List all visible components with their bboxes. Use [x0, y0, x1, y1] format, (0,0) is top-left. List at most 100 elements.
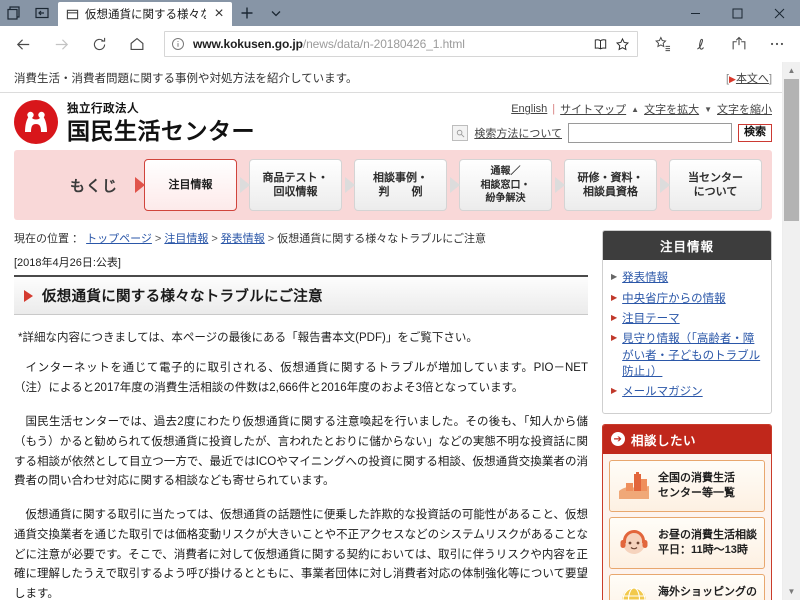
scrollbar-thumb[interactable] — [784, 79, 799, 221]
sidebar-consult-services: 全国の消費生活 センター等一覧 お昼の消費生活相談 平日：11時～13時 海外シ… — [603, 454, 771, 600]
site-utility-links: English | サイトマップ ▲ 文字を拡大 ▼ 文字を縮小 — [511, 101, 772, 117]
toolbar-right-actions — [644, 27, 796, 61]
more-settings-icon[interactable] — [758, 27, 796, 61]
page-title: 仮想通貨に関する様々なトラブルにご注意 — [42, 289, 323, 306]
global-nav: もくじ 注目情報 商品テスト・ 回収情報 相談事例・ 判 例 通報／ 相談窓口・… — [14, 150, 772, 221]
site-logo-text: 独立行政法人 国民生活センター — [67, 99, 255, 144]
sidebar-item-label[interactable]: メールマガジン — [622, 384, 703, 400]
favorites-hub-icon[interactable] — [644, 27, 682, 61]
bullet-icon: ▶ — [611, 333, 618, 343]
breadcrumb-separator: > — [267, 233, 275, 246]
sidebar-service-daytime-consult[interactable]: お昼の消費生活相談 平日：11時～13時 — [609, 516, 765, 569]
tab-favicon-icon — [66, 8, 79, 21]
back-arrow-icon[interactable] — [4, 27, 42, 61]
nav-arrow-icon — [660, 177, 671, 194]
sidebar-item-mail-magazine[interactable]: ▶ メールマガジン — [611, 384, 763, 400]
reading-view-icon[interactable] — [589, 33, 611, 55]
skip-triangle-icon: ▶ — [729, 74, 736, 84]
bullet-icon: ▶ — [611, 386, 618, 396]
browser-window: 仮想通貨に関する様々な × www.kokusen.go.jp/news/dat… — [0, 0, 800, 600]
tab-list-caret-icon[interactable] — [262, 0, 290, 26]
site-tagline: 消費生活・消費者問題に関する事例や対処方法を紹介しています。 — [14, 73, 358, 85]
browser-tab[interactable]: 仮想通貨に関する様々な × — [58, 2, 232, 26]
search-button[interactable]: 検索 — [738, 124, 772, 142]
breadcrumb-separator: > — [154, 233, 162, 246]
sidebar-item-mimamori-joho[interactable]: ▶ 見守り情報（「高齢者・障がい者・子どものトラブル防止」） — [611, 331, 763, 380]
share-icon[interactable] — [720, 27, 758, 61]
browser-toolbar: www.kokusen.go.jp/news/data/n-20180426_1… — [0, 26, 800, 62]
operator-icon — [616, 526, 652, 560]
url-path: /news/data/n-20180426_1.html — [302, 37, 465, 51]
nav-item-kenshu-shiryo[interactable]: 研修・資料・ 相談員資格 — [555, 159, 658, 212]
web-note-icon[interactable] — [682, 27, 720, 61]
search-help-link[interactable]: 検索方法について — [474, 125, 562, 141]
address-bar[interactable]: www.kokusen.go.jp/news/data/n-20180426_1… — [164, 31, 638, 57]
site-logo-subtitle: 独立行政法人 — [67, 103, 139, 115]
nav-item-label: 注目情報 — [168, 179, 213, 192]
sidebar-item-label[interactable]: 見守り情報（「高齢者・障がい者・子どものトラブル防止」） — [622, 331, 763, 380]
set-tabs-aside-icon[interactable] — [0, 0, 28, 26]
nav-item-label: 当センター について — [688, 171, 744, 199]
window-close-button[interactable] — [758, 0, 800, 26]
star-icon[interactable] — [611, 33, 633, 55]
window-maximize-button[interactable] — [716, 0, 758, 26]
enlarge-text-link[interactable]: 文字を拡大 — [644, 101, 699, 117]
nav-item-shohin-test[interactable]: 商品テスト・ 回収情報 — [240, 159, 343, 212]
new-tab-button[interactable] — [232, 0, 262, 26]
nav-item-chumoku-joho[interactable]: 注目情報 — [135, 159, 238, 212]
globe-icon — [616, 583, 652, 600]
sidebar-featured-list: ▶ 発表情報 ▶ 中央省庁からの情報 ▶ 注目テーマ ▶ 見守り情報（「高齢者・障がい者… — [603, 260, 771, 412]
tab-close-icon[interactable]: × — [212, 5, 226, 22]
home-icon[interactable] — [118, 27, 156, 61]
breadcrumb-item-current: 仮想通貨に関する様々なトラブルにご注意 — [277, 233, 486, 246]
search-input[interactable] — [568, 123, 732, 143]
breadcrumb-item-happyo[interactable]: 発表情報 — [221, 233, 265, 245]
page-scrollbar[interactable]: ▲ ▼ — [782, 62, 800, 600]
scroll-down-arrow-icon[interactable]: ▼ — [783, 583, 800, 600]
refresh-icon[interactable] — [80, 27, 118, 61]
skip-bracket-close: ] — [768, 73, 772, 85]
nav-mokuji-label: もくじ — [70, 177, 119, 195]
main-column: 現在の位置 ： トップページ > 注目情報 > 発表情報 > 仮想通貨に関する様々なトラブル… — [14, 230, 602, 600]
bullet-icon: ▶ — [611, 313, 618, 323]
site-logo[interactable]: 独立行政法人 国民生活センター — [14, 99, 255, 144]
page-viewport: 消費生活・消費者問題に関する事例や対処方法を紹介しています。 [▶本文へ] 独立… — [0, 62, 800, 600]
shrink-caret-icon: ▼ — [704, 104, 712, 114]
sidebar-featured-box: 注目情報 ▶ 発表情報 ▶ 中央省庁からの情報 ▶ 注目テーマ ▶ 見守り情報（「高齢者… — [602, 230, 772, 414]
skip-to-content-link[interactable]: [▶本文へ] — [726, 70, 772, 86]
sidebar-item-happyo-joho[interactable]: ▶ 発表情報 — [611, 270, 763, 286]
sidebar-item-label[interactable]: 注目テーマ — [622, 311, 680, 327]
sidebar-featured-heading: 注目情報 — [603, 231, 771, 261]
breadcrumb: 現在の位置 ： トップページ > 注目情報 > 発表情報 > 仮想通貨に関する様々なトラブル… — [14, 230, 588, 246]
web-page: 消費生活・消費者問題に関する事例や対処方法を紹介しています。 [▶本文へ] 独立… — [0, 62, 782, 600]
info-circle-icon[interactable] — [171, 37, 186, 52]
forward-arrow-icon[interactable] — [42, 27, 80, 61]
skip-link-text[interactable]: 本文へ — [736, 73, 769, 85]
breadcrumb-item-chumoku[interactable]: 注目情報 — [164, 233, 208, 245]
sidebar-item-label[interactable]: 発表情報 — [622, 270, 668, 286]
nav-item-about-center[interactable]: 当センター について — [660, 159, 763, 212]
sidebar-service-label: お昼の消費生活相談 平日：11時～13時 — [658, 528, 757, 556]
sidebar-item-chuo-shocho[interactable]: ▶ 中央省庁からの情報 — [611, 291, 763, 307]
nav-arrow-icon — [135, 177, 146, 194]
breadcrumb-item-top[interactable]: トップページ — [86, 233, 152, 245]
sidebar-item-chumoku-theme[interactable]: ▶ 注目テーマ — [611, 311, 763, 327]
nav-item-label: 相談事例・ 判 例 — [373, 171, 429, 199]
shrink-text-link[interactable]: 文字を縮小 — [717, 101, 772, 117]
sidebar-consult-box: ➔ 相談したい 全国の消費生活 センター等一覧 お昼の消費生活相談 平日：11時… — [602, 423, 772, 600]
sidebar-service-center-list[interactable]: 全国の消費生活 センター等一覧 — [609, 459, 765, 512]
english-link[interactable]: English — [511, 103, 547, 115]
sitemap-link[interactable]: サイトマップ — [560, 101, 626, 117]
sidebar-item-label[interactable]: 中央省庁からの情報 — [622, 291, 726, 307]
tab-title: 仮想通貨に関する様々な — [85, 9, 206, 21]
breadcrumb-separator: > — [211, 233, 218, 246]
breadcrumb-prefix: 現在の位置 ： — [14, 233, 84, 246]
window-minimize-button[interactable] — [674, 0, 716, 26]
sidebar-service-overseas-shopping[interactable]: 海外ショッピングの トラブル相談 — [609, 573, 765, 600]
sidebar-consult-heading: ➔ 相談したい — [603, 424, 771, 454]
nav-item-sodan-jirei[interactable]: 相談事例・ 判 例 — [345, 159, 448, 212]
nav-item-tsuho-madoguchi[interactable]: 通報／ 相談窓口・ 紛争解決 — [450, 159, 553, 212]
article-paragraph: インターネットを通じて電子的に取引される、仮想通貨に関するトラブルが増加していま… — [14, 362, 588, 395]
scroll-up-arrow-icon[interactable]: ▲ — [783, 62, 800, 79]
tabs-you-set-aside-icon[interactable] — [28, 0, 56, 26]
